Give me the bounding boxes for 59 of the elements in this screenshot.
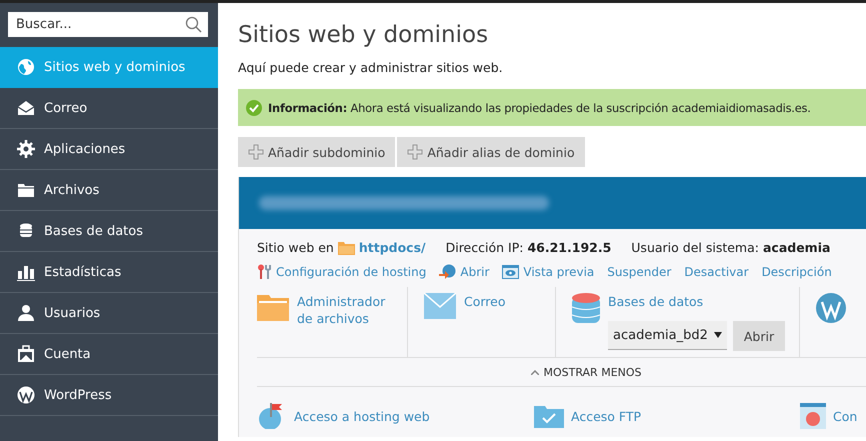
ip-value: 46.21.192.5	[527, 240, 612, 255]
tool-link[interactable]: Bases de datos	[608, 293, 786, 310]
access-link[interactable]: Acceso a hosting web	[257, 403, 534, 429]
sidebar-item[interactable]: WordPress	[0, 375, 218, 416]
tools-icon	[257, 264, 272, 279]
action-link[interactable]: Suspender	[607, 264, 672, 279]
globe-arrow-icon	[439, 264, 456, 279]
nav-icon	[17, 304, 35, 322]
folder-check-icon	[534, 404, 564, 428]
sidebar-item[interactable]: Correo	[0, 88, 218, 129]
nav-icon	[17, 58, 35, 76]
sidebar-item[interactable]: Archivos	[0, 170, 218, 211]
site-label: Sitio web en	[257, 240, 334, 255]
folder-icon	[338, 240, 355, 254]
sidebar-item[interactable]: Cuenta	[0, 334, 218, 375]
nav-icon	[17, 222, 35, 240]
plus-icon	[248, 144, 264, 160]
chart-icon	[800, 403, 826, 429]
nav-icon	[17, 345, 35, 363]
dropdown-caret-icon	[714, 332, 722, 338]
envelope-icon	[424, 293, 456, 319]
folder-icon	[257, 293, 289, 321]
sidebar-item[interactable]: Bases de datos	[0, 211, 218, 252]
user-value: academia	[762, 240, 830, 255]
tool-link[interactable]: Administrador de archivos	[297, 293, 397, 327]
database-select[interactable]: academia_bd2	[608, 321, 727, 350]
page-title: Sitios web y dominios	[238, 22, 490, 48]
open-button[interactable]: Abrir	[732, 321, 786, 351]
nav-icon	[17, 263, 35, 281]
tool-link[interactable]: Correo	[464, 293, 564, 310]
search-box[interactable]: Buscar...	[8, 12, 208, 37]
check-icon	[246, 100, 262, 116]
database-icon	[572, 293, 600, 325]
site-path-link[interactable]: httpdocs/	[358, 240, 426, 255]
show-less-link[interactable]: MOSTRAR MENOS	[531, 366, 642, 379]
add-button[interactable]: Añadir alias de dominio	[397, 137, 585, 167]
user-label: Usuario del sistema:	[631, 240, 759, 255]
wordpress-icon	[816, 293, 846, 323]
add-button[interactable]: Añadir subdominio	[238, 137, 396, 167]
search-icon	[185, 16, 202, 33]
access-link[interactable]: Acceso FTP	[534, 403, 800, 429]
chevron-up-icon	[531, 370, 540, 375]
nav-icon	[17, 99, 35, 117]
action-link[interactable]: Desactivar	[684, 264, 749, 279]
nav-icon	[17, 181, 35, 199]
nav-icon	[17, 140, 35, 158]
action-link[interactable]: Abrir	[439, 264, 490, 279]
action-link[interactable]: Vista previa	[502, 264, 594, 279]
nav-icon	[17, 386, 35, 404]
access-link[interactable]: Con	[800, 403, 858, 429]
sidebar-item[interactable]: Aplicaciones	[0, 129, 218, 170]
action-link[interactable]: Descripción	[762, 264, 832, 279]
page-description: Aquí puede crear y administrar sitios web.	[238, 60, 504, 75]
preview-icon	[502, 264, 520, 278]
sidebar-item[interactable]: Sitios web y dominios	[0, 47, 218, 88]
action-link[interactable]: Configuración de hosting	[257, 264, 426, 279]
info-text: Información: Ahora está visualizando las propiedades de la suscripción academiaidiomasadis.es.	[268, 100, 811, 114]
ip-label: Dirección IP:	[446, 240, 524, 255]
plus-icon	[407, 144, 424, 160]
